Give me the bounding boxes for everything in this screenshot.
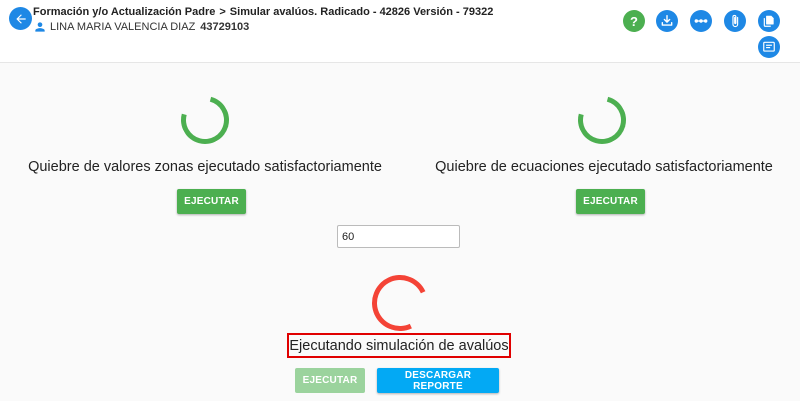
breadcrumb: Formación y/o Actualización Padre > Simula… (33, 6, 493, 18)
execute-zones-button[interactable]: EJECUTAR (177, 189, 246, 214)
execute-simulation-button[interactable]: EJECUTAR (295, 368, 365, 393)
dots-connected-icon (694, 19, 708, 23)
left-progress-spinner (172, 87, 238, 153)
header-bar: Formación y/o Actualización Padre > Simula… (0, 0, 800, 63)
notes-button[interactable] (758, 36, 780, 58)
right-progress-spinner (569, 87, 635, 153)
copy-icon (763, 15, 774, 27)
help-icon: ? (630, 13, 638, 29)
paperclip-icon (732, 14, 739, 28)
download-icon (661, 15, 673, 26)
help-button[interactable]: ? (623, 10, 645, 32)
simulation-input[interactable] (337, 225, 460, 248)
breadcrumb-item-current: Simular avalúos. Radicado - 42826 Versió… (229, 6, 494, 18)
equations-status-text: Quiebre de ecuaciones ejecutado satisfac… (435, 159, 773, 175)
simulation-progress-spinner (364, 267, 436, 339)
user-id: 43729103 (200, 21, 250, 33)
back-button[interactable] (9, 7, 32, 30)
user-name: LINA MARIA VALENCIA DIAZ (50, 21, 196, 33)
simulation-status-text: Ejecutando simulación de avalúos (287, 333, 511, 358)
chevron-right-icon: > (219, 6, 226, 18)
connections-button[interactable] (690, 10, 712, 32)
notes-icon (763, 41, 775, 52)
download-report-button[interactable]: DESCARGAR REPORTE (377, 368, 499, 393)
attachment-button[interactable] (724, 10, 746, 32)
user-info: LINA MARIA VALENCIA DIAZ 43729103 (33, 20, 249, 34)
download-button[interactable] (656, 10, 678, 32)
execute-equations-button[interactable]: EJECUTAR (576, 189, 645, 214)
arrow-left-icon (15, 13, 26, 24)
person-icon (35, 22, 45, 32)
copy-button[interactable] (758, 10, 780, 32)
zones-status-text: Quiebre de valores zonas ejecutado satis… (28, 159, 382, 175)
breadcrumb-item-parent[interactable]: Formación y/o Actualización Padre (33, 6, 215, 18)
